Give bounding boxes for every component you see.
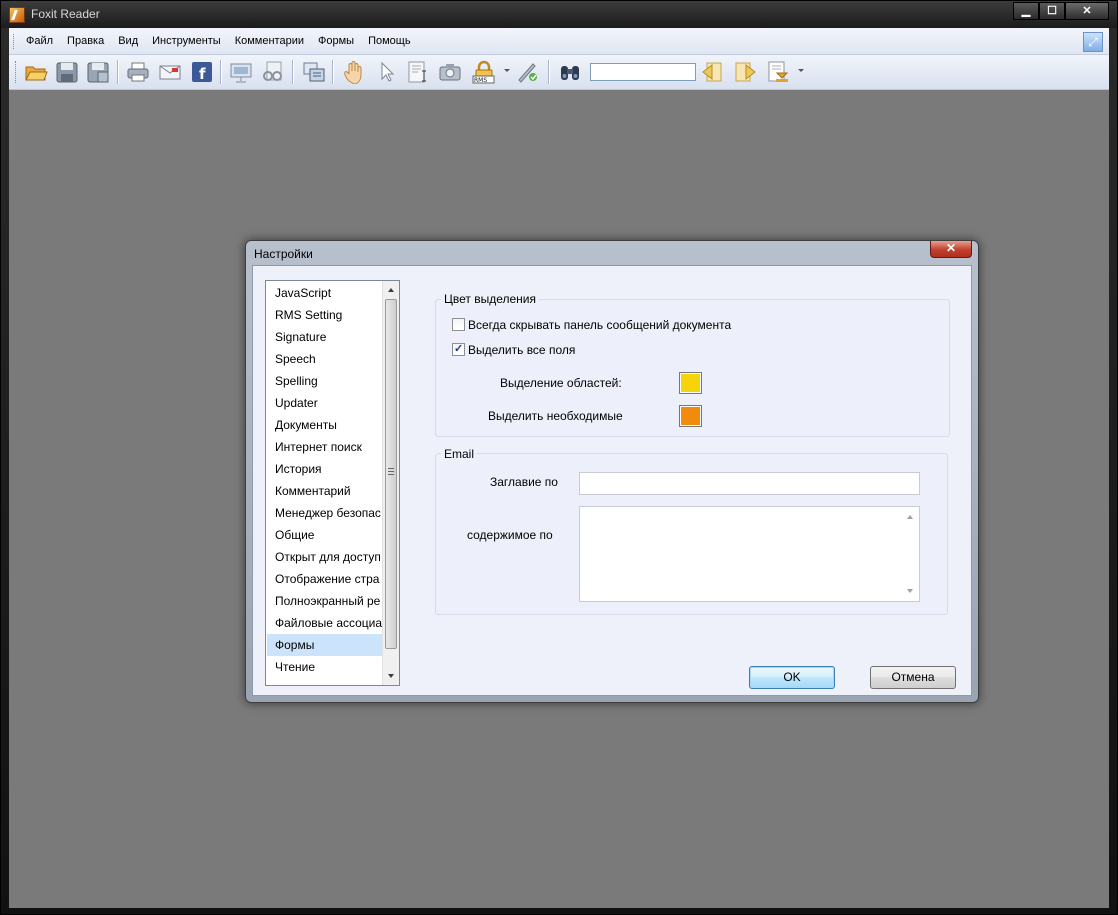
- save-icon[interactable]: [54, 60, 80, 84]
- category-item[interactable]: Spelling: [267, 370, 382, 392]
- presentation-icon[interactable]: [228, 60, 254, 84]
- select-cursor-icon[interactable]: [373, 60, 399, 84]
- scroll-up-arrow-icon[interactable]: [388, 288, 394, 292]
- category-item[interactable]: Менеджер безопас: [267, 502, 382, 524]
- foxit-reader-window: Foxit Reader ▁ ☐ ✕ Файл Правка Вид Инстр…: [0, 0, 1118, 915]
- cancel-button[interactable]: Отмена: [870, 666, 956, 689]
- category-item-selected[interactable]: Формы: [267, 634, 382, 656]
- toolbar-separator: [332, 60, 334, 84]
- find-input[interactable]: [590, 63, 696, 81]
- category-item[interactable]: Signature: [267, 326, 382, 348]
- dialog-body: JavaScript RMS Setting Signature Speech …: [252, 265, 972, 696]
- menu-comments[interactable]: Комментарии: [235, 35, 304, 47]
- form-reset-icon[interactable]: [765, 60, 791, 84]
- toolbar-separator: [292, 60, 294, 84]
- body-scrollbar[interactable]: [902, 507, 919, 601]
- sign-icon[interactable]: [514, 60, 540, 84]
- category-item[interactable]: Updater: [267, 392, 382, 414]
- toolbar-separator: [117, 60, 119, 84]
- dialog-title: Настройки: [254, 247, 313, 261]
- rms-lock-icon[interactable]: RMS: [471, 60, 497, 84]
- hand-tool-icon[interactable]: [341, 60, 367, 84]
- category-item[interactable]: Интернет поиск: [267, 436, 382, 458]
- scroll-down-arrow-icon[interactable]: [907, 589, 913, 593]
- hide-messages-label: Всегда скрывать панель сообщений докумен…: [468, 318, 732, 332]
- subject-label: Заглавие по: [490, 475, 558, 489]
- foxit-logo-icon: [9, 7, 25, 23]
- open-folder-icon[interactable]: [23, 60, 49, 84]
- maximize-button[interactable]: ☐: [1039, 2, 1065, 20]
- ok-button[interactable]: OK: [749, 666, 835, 689]
- required-highlight-label: Выделить необходимые: [488, 409, 623, 423]
- category-list[interactable]: JavaScript RMS Setting Signature Speech …: [265, 280, 400, 686]
- scroll-down-arrow-icon[interactable]: [388, 674, 394, 678]
- category-item[interactable]: JavaScript: [267, 282, 382, 304]
- form-dropdown-arrow[interactable]: [798, 69, 804, 72]
- email-icon[interactable]: [157, 60, 183, 84]
- window-title: Foxit Reader: [31, 7, 100, 21]
- menu-grip[interactable]: [13, 34, 16, 49]
- category-item[interactable]: Общие: [267, 524, 382, 546]
- find-next-icon[interactable]: [732, 60, 758, 84]
- menu-bar: Файл Правка Вид Инструменты Комментарии …: [9, 28, 1109, 55]
- toolbar-grip[interactable]: [15, 61, 18, 83]
- category-scrollbar[interactable]: [382, 281, 399, 685]
- find-previous-icon[interactable]: [700, 60, 726, 84]
- category-item[interactable]: Чтение: [267, 656, 382, 678]
- category-item[interactable]: Отображение стра: [267, 568, 382, 590]
- email-group-label: Email: [441, 447, 478, 461]
- required-color-swatch[interactable]: [679, 405, 702, 427]
- category-item[interactable]: История: [267, 458, 382, 480]
- preferences-dialog: Настройки ✕ JavaScript RMS Setting Signa…: [245, 240, 979, 703]
- menu-file[interactable]: Файл: [26, 35, 53, 47]
- hide-messages-checkbox[interactable]: [452, 318, 465, 331]
- subject-input[interactable]: [579, 472, 920, 495]
- category-item[interactable]: Документы: [267, 414, 382, 436]
- category-item[interactable]: RMS Setting: [267, 304, 382, 326]
- highlight-group-label: Цвет выделения: [441, 292, 540, 306]
- category-item[interactable]: Открыт для доступ: [267, 546, 382, 568]
- scroll-up-arrow-icon[interactable]: [907, 515, 913, 519]
- menu-tools[interactable]: Инструменты: [152, 35, 221, 47]
- svg-text:RMS: RMS: [474, 77, 487, 84]
- binoculars-icon[interactable]: [557, 60, 583, 84]
- print-icon[interactable]: [125, 60, 151, 84]
- close-button[interactable]: ✕: [1065, 2, 1109, 20]
- menu-view[interactable]: Вид: [118, 35, 138, 47]
- category-item[interactable]: Полноэкранный ре: [267, 590, 382, 612]
- scroll-grip-icon: [388, 468, 394, 475]
- category-item[interactable]: Файловые ассоциа: [267, 612, 382, 634]
- menu-edit[interactable]: Правка: [67, 35, 104, 47]
- find-glasses-icon[interactable]: [260, 60, 286, 84]
- category-item[interactable]: Комментарий: [267, 480, 382, 502]
- fullscreen-toggle-icon[interactable]: ⤢: [1083, 32, 1103, 52]
- svg-text:f: f: [199, 65, 206, 83]
- select-text-icon[interactable]: [405, 60, 431, 84]
- body-label: содержимое по: [467, 528, 553, 542]
- area-color-swatch[interactable]: [679, 372, 702, 394]
- facebook-icon[interactable]: f: [189, 60, 215, 84]
- save-as-icon[interactable]: [85, 60, 111, 84]
- dialog-close-button[interactable]: ✕: [930, 241, 972, 258]
- menu-help[interactable]: Помощь: [368, 35, 411, 47]
- scroll-thumb[interactable]: [385, 299, 397, 649]
- camera-snapshot-icon[interactable]: [437, 60, 463, 84]
- toolbar-separator: [548, 60, 550, 84]
- toolbar: f RMS: [9, 55, 1109, 90]
- snapshot-layout-icon[interactable]: [301, 60, 327, 84]
- category-item[interactable]: Speech: [267, 348, 382, 370]
- highlight-all-label: Выделить все поля: [468, 343, 576, 357]
- body-textarea[interactable]: [579, 506, 920, 602]
- area-highlight-label: Выделение областей:: [500, 376, 622, 390]
- menu-forms[interactable]: Формы: [318, 35, 354, 47]
- highlight-all-checkbox[interactable]: [452, 342, 465, 356]
- title-bar: Foxit Reader ▁ ☐ ✕: [1, 1, 1117, 28]
- rms-dropdown-arrow[interactable]: [504, 69, 510, 72]
- minimize-button[interactable]: ▁: [1013, 2, 1039, 20]
- toolbar-separator: [220, 60, 222, 84]
